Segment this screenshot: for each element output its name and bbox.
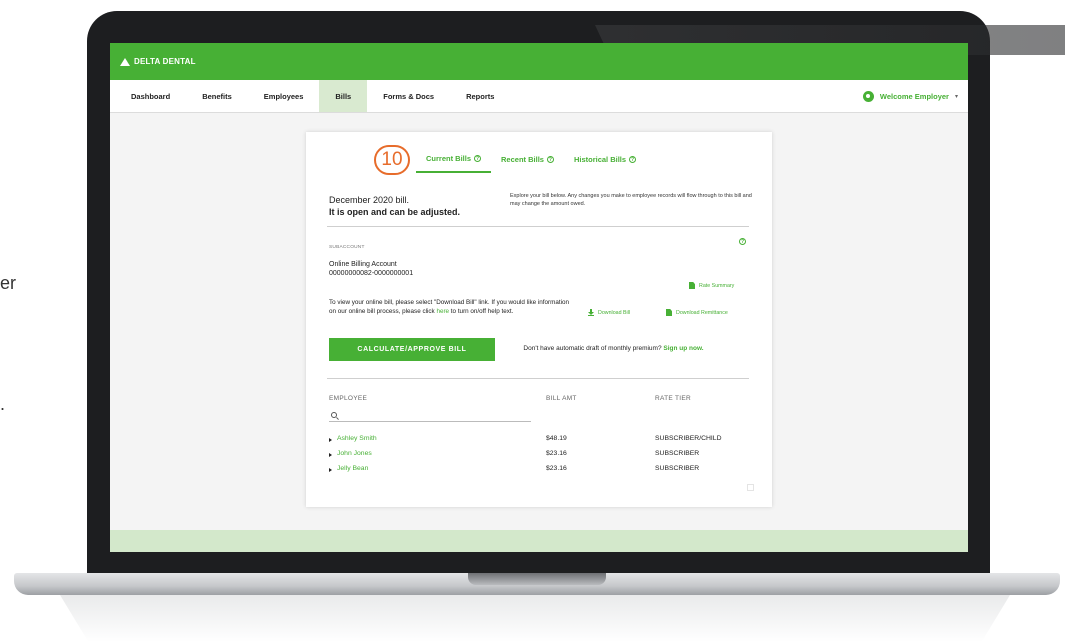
bill-title: December 2020 bill. It is open and can b… xyxy=(329,194,460,218)
bill-title-line2: It is open and can be adjusted. xyxy=(329,207,461,217)
nav-dashboard[interactable]: Dashboard xyxy=(110,80,186,112)
brand-name: DELTA DENTAL xyxy=(134,57,196,66)
expand-caret-icon[interactable] xyxy=(329,438,332,442)
column-header-bill-amt: BILL AMT xyxy=(546,395,577,402)
delta-dental-logo[interactable]: DELTA DENTAL xyxy=(120,57,196,66)
nav-reports[interactable]: Reports xyxy=(450,80,510,112)
download-icon xyxy=(588,309,594,316)
rate-tier: SUBSCRIBER xyxy=(655,465,700,472)
help-icon[interactable]: ? xyxy=(629,156,637,163)
delta-logo-icon xyxy=(120,57,130,66)
laptop-shadow xyxy=(60,595,1010,642)
calculate-approve-button[interactable]: CALCULATE/APPROVE BILL xyxy=(329,338,495,361)
rate-tier: SUBSCRIBER/CHILD xyxy=(655,435,722,442)
divider xyxy=(327,226,749,227)
bill-amount: $23.16 xyxy=(546,450,567,457)
bill-explore-text: Explore your bill below. Any changes you… xyxy=(510,193,752,207)
brand-bar: DELTA DENTAL xyxy=(110,43,968,80)
tab-label: Current Bills xyxy=(426,154,472,163)
divider xyxy=(327,378,749,379)
tab-label: Recent Bills xyxy=(501,155,544,164)
rate-tier: SUBSCRIBER xyxy=(655,450,700,457)
subaccount-label: SUBACCOUNT xyxy=(329,245,365,250)
expand-caret-icon[interactable] xyxy=(329,468,332,472)
cropped-text-fragment: er xyxy=(0,273,17,293)
laptop-notch xyxy=(468,573,606,585)
account-name: Online Billing Account xyxy=(329,261,397,268)
rate-summary-link[interactable]: Rate Summary xyxy=(689,282,734,289)
employee-search xyxy=(329,408,531,422)
help-icon[interactable]: ? xyxy=(739,238,746,245)
nav-employees[interactable]: Employees xyxy=(248,80,320,112)
download-remittance-link[interactable]: Download Remittance xyxy=(666,309,728,316)
employee-name[interactable]: John Jones xyxy=(337,450,372,457)
tab-historical-bills[interactable]: Historical Bills ? xyxy=(564,149,646,173)
document-icon xyxy=(666,309,672,316)
download-bill-label: Download Bill xyxy=(598,309,631,316)
tab-label: Historical Bills xyxy=(573,155,627,164)
table-row[interactable]: John Jones $23.16 SUBSCRIBER xyxy=(329,450,749,464)
employee-name[interactable]: Jelly Bean xyxy=(337,465,368,472)
column-header-rate-tier: RATE TIER xyxy=(655,395,692,402)
bill-amount: $23.16 xyxy=(546,465,567,472)
employee-name[interactable]: Ashley Smith xyxy=(337,435,377,442)
help-toggle-link[interactable]: here xyxy=(436,308,449,315)
help-icon[interactable]: ? xyxy=(546,156,554,163)
employee-search-input[interactable] xyxy=(342,411,522,418)
info-text: to turn on/off help text. xyxy=(449,307,514,315)
search-icon xyxy=(331,411,337,418)
tab-current-bills[interactable]: Current Bills ? xyxy=(416,149,492,173)
nav-benefits[interactable]: Benefits xyxy=(186,80,248,112)
table-row[interactable]: Jelly Bean $23.16 SUBSCRIBER xyxy=(329,465,749,479)
cropped-text-fragment: . xyxy=(0,394,6,414)
account-number: 00000000082-0000000001 xyxy=(329,270,414,277)
scroll-handle[interactable] xyxy=(747,484,754,491)
help-icon[interactable]: ? xyxy=(474,155,482,162)
column-header-employee: EMPLOYEE xyxy=(329,395,368,402)
bill-title-line1: December 2020 bill. xyxy=(329,195,410,205)
expand-caret-icon[interactable] xyxy=(329,453,332,457)
auto-draft-text: Don't have automatic draft of monthly pr… xyxy=(511,344,716,353)
tab-recent-bills[interactable]: Recent Bills ? xyxy=(491,149,564,173)
user-icon xyxy=(862,90,874,102)
main-nav: Dashboard Benefits Employees Bills Forms… xyxy=(110,80,968,113)
bill-tabs: Current Bills ? Recent Bills ? Historica… xyxy=(416,149,646,173)
bill-card: 10 Current Bills ? Recent Bills ? Histor… xyxy=(306,132,772,507)
sign-up-link[interactable]: Sign up now. xyxy=(663,345,703,352)
table-row[interactable]: Ashley Smith $48.19 SUBSCRIBER/CHILD xyxy=(329,435,749,449)
step-annotation: 10 xyxy=(374,145,410,175)
document-icon xyxy=(689,282,695,289)
bill-amount: $48.19 xyxy=(546,435,567,442)
welcome-text: Welcome Employer xyxy=(879,91,949,101)
user-menu[interactable]: Welcome Employer ▾ xyxy=(862,80,968,112)
footer-band xyxy=(110,530,968,552)
draft-text: Don't have automatic draft of monthly pr… xyxy=(523,345,664,352)
nav-forms-docs[interactable]: Forms & Docs xyxy=(367,80,450,112)
download-remittance-label: Download Remittance xyxy=(676,309,728,316)
rate-summary-label: Rate Summary xyxy=(699,282,735,289)
app-screen: DELTA DENTAL Dashboard Benefits Employee… xyxy=(110,43,968,552)
download-info-text: To view your online bill, please select … xyxy=(329,299,574,316)
chevron-down-icon: ▾ xyxy=(954,93,958,100)
download-bill-link[interactable]: Download Bill xyxy=(588,309,630,316)
nav-bills[interactable]: Bills xyxy=(319,80,368,112)
